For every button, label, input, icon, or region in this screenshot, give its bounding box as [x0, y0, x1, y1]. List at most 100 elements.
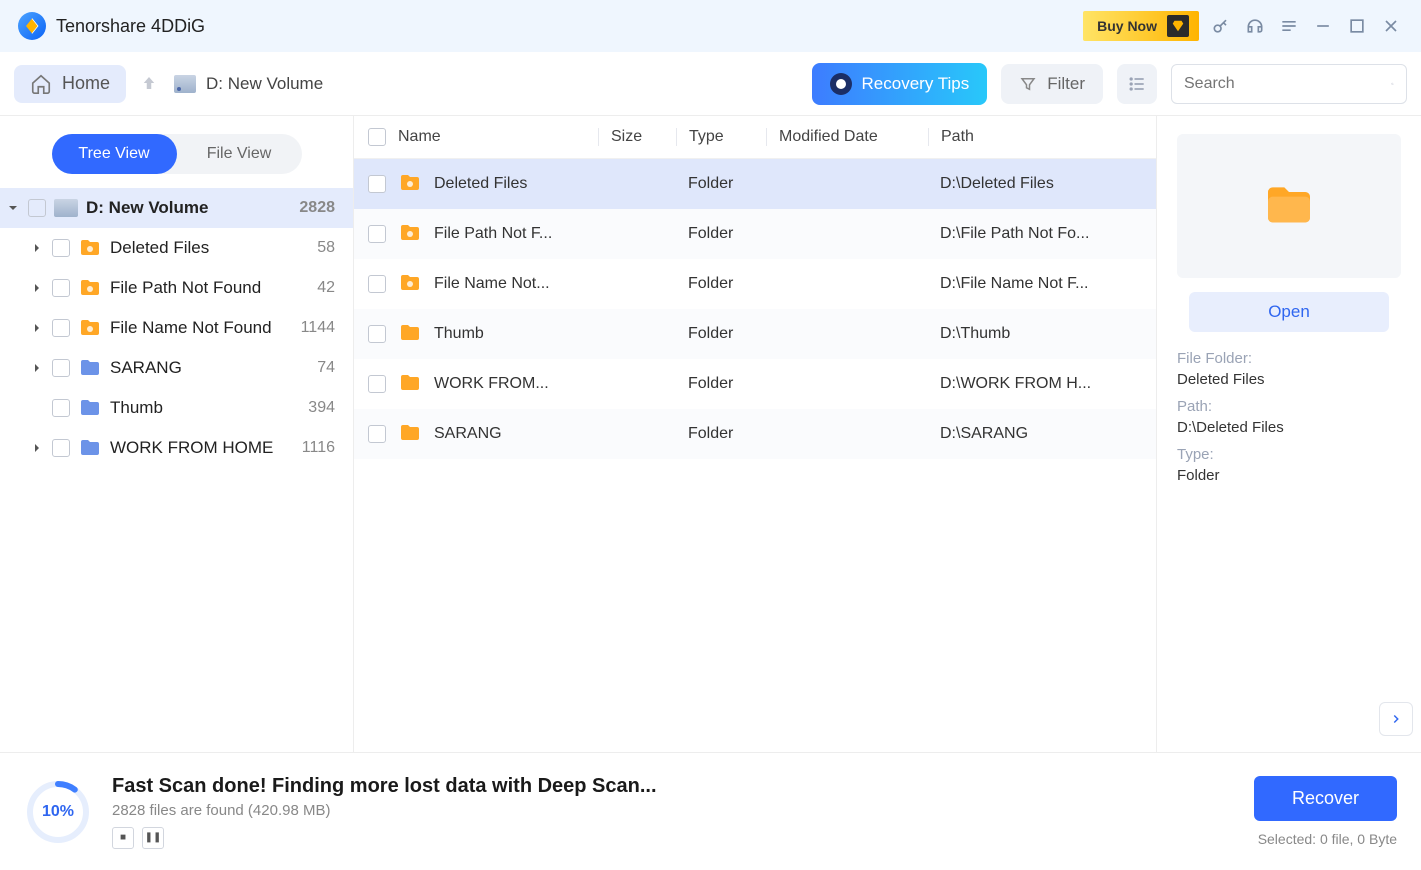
col-type[interactable]: Type: [676, 128, 766, 146]
checkbox[interactable]: [52, 439, 70, 457]
preview-thumbnail: [1177, 134, 1401, 278]
app-title: Tenorshare 4DDiG: [56, 16, 205, 37]
cell-path: D:\File Path Not Fo...: [928, 225, 1142, 243]
col-date[interactable]: Modified Date: [766, 128, 928, 146]
tree-item-count: 394: [308, 399, 341, 417]
filter-button[interactable]: Filter: [1001, 64, 1103, 104]
table-row[interactable]: File Name Not... Folder D:\File Name Not F…: [354, 259, 1156, 309]
checkbox[interactable]: [52, 239, 70, 257]
cell-path: D:\SARANG: [928, 425, 1142, 443]
open-button[interactable]: Open: [1189, 292, 1389, 332]
tree-view-tab[interactable]: Tree View: [52, 134, 177, 174]
checkbox[interactable]: [52, 359, 70, 377]
folder-icon: [398, 171, 424, 197]
checkbox[interactable]: [368, 425, 386, 443]
search-box[interactable]: [1171, 64, 1407, 104]
cell-type: Folder: [676, 225, 766, 243]
tree-item[interactable]: File Name Not Found1144: [0, 308, 353, 348]
search-input[interactable]: [1184, 75, 1391, 93]
col-name[interactable]: Name: [398, 128, 598, 146]
breadcrumb: D: New Volume: [174, 74, 323, 94]
select-all-checkbox[interactable]: [368, 128, 386, 146]
minimize-icon[interactable]: [1311, 14, 1335, 38]
tree-item-count: 1116: [302, 439, 341, 457]
cell-name: WORK FROM...: [434, 375, 598, 393]
sidebar: Tree View File View D: New Volume 2828 D…: [0, 116, 354, 752]
cell-path: D:\File Name Not F...: [928, 275, 1142, 293]
titlebar: Tenorshare 4DDiG Buy Now: [0, 0, 1421, 52]
chevron-down-icon: [6, 203, 20, 213]
table-row[interactable]: SARANGFolderD:\SARANG: [354, 409, 1156, 459]
col-path[interactable]: Path: [928, 128, 1142, 146]
tree-item[interactable]: WORK FROM HOME1116: [0, 428, 353, 468]
tree-item-count: 74: [317, 359, 341, 377]
cell-name: Deleted Files: [434, 175, 598, 193]
close-icon[interactable]: [1379, 14, 1403, 38]
prop-path-label: Path:: [1177, 398, 1401, 415]
folder-icon: [398, 371, 424, 397]
view-toggle: Tree View File View: [52, 134, 302, 174]
prop-type-label: Type:: [1177, 446, 1401, 463]
tree-item[interactable]: Thumb394: [0, 388, 353, 428]
tree-item-count: 1144: [301, 319, 341, 337]
file-view-tab[interactable]: File View: [177, 134, 302, 174]
pause-button[interactable]: ❚❚: [142, 827, 164, 849]
checkbox[interactable]: [368, 325, 386, 343]
folder-icon: [78, 436, 102, 460]
tree-root[interactable]: D: New Volume 2828: [0, 188, 353, 228]
selected-info: Selected: 0 file, 0 Byte: [1258, 831, 1397, 847]
tree-item-label: Deleted Files: [110, 238, 309, 258]
tree: D: New Volume 2828 Deleted Files58File P…: [0, 188, 353, 468]
maximize-icon[interactable]: [1345, 14, 1369, 38]
prop-path-value: D:\Deleted Files: [1177, 419, 1401, 436]
table-row[interactable]: ThumbFolderD:\Thumb: [354, 309, 1156, 359]
home-button[interactable]: Home: [14, 65, 126, 103]
drive-icon: [174, 75, 196, 93]
checkbox[interactable]: [368, 225, 386, 243]
collapse-panel-button[interactable]: [1379, 702, 1413, 736]
search-icon: [1391, 74, 1394, 94]
tree-item[interactable]: Deleted Files58: [0, 228, 353, 268]
stop-button[interactable]: ■: [112, 827, 134, 849]
key-icon[interactable]: [1209, 14, 1233, 38]
checkbox[interactable]: [52, 399, 70, 417]
chevron-right-icon: [30, 283, 44, 293]
footer: 10% Fast Scan done! Finding more lost da…: [0, 752, 1421, 870]
checkbox[interactable]: [368, 175, 386, 193]
preview-panel: Open File Folder: Deleted Files Path: D:…: [1157, 116, 1421, 752]
checkbox[interactable]: [28, 199, 46, 217]
tree-item-count: 42: [317, 279, 341, 297]
recover-button[interactable]: Recover: [1254, 776, 1397, 821]
app-logo: [18, 12, 46, 40]
recovery-tips-button[interactable]: Recovery Tips: [812, 63, 988, 105]
cell-path: D:\WORK FROM H...: [928, 375, 1142, 393]
table-row[interactable]: File Path Not F...FolderD:\File Path Not…: [354, 209, 1156, 259]
cell-type: Folder: [676, 275, 766, 293]
checkbox[interactable]: [368, 375, 386, 393]
menu-icon[interactable]: [1277, 14, 1301, 38]
file-list: Name Size Type Modified Date Path Delete…: [354, 116, 1157, 752]
drive-label: D: New Volume: [206, 74, 323, 94]
toolbar: Home D: New Volume Recovery Tips Filter: [0, 52, 1421, 116]
up-arrow-icon[interactable]: [140, 74, 160, 94]
filter-label: Filter: [1047, 74, 1085, 94]
cell-type: Folder: [676, 325, 766, 343]
cell-name: File Name Not...: [434, 275, 598, 293]
tree-item[interactable]: File Path Not Found42: [0, 268, 353, 308]
buy-now-button[interactable]: Buy Now: [1083, 11, 1199, 41]
robot-icon: [830, 73, 852, 95]
tree-item[interactable]: SARANG74: [0, 348, 353, 388]
checkbox[interactable]: [52, 319, 70, 337]
view-mode-button[interactable]: [1117, 64, 1157, 104]
headset-icon[interactable]: [1243, 14, 1267, 38]
col-size[interactable]: Size: [598, 128, 676, 146]
checkbox[interactable]: [368, 275, 386, 293]
chevron-right-icon: [30, 323, 44, 333]
folder-icon: [78, 356, 102, 380]
checkbox[interactable]: [52, 279, 70, 297]
cell-path: D:\Thumb: [928, 325, 1142, 343]
table-row[interactable]: Deleted FilesFolderD:\Deleted Files: [354, 159, 1156, 209]
folder-icon: [78, 396, 102, 420]
table-row[interactable]: WORK FROM... Folder D:\WORK FROM H...: [354, 359, 1156, 409]
cell-type: Folder: [676, 375, 766, 393]
